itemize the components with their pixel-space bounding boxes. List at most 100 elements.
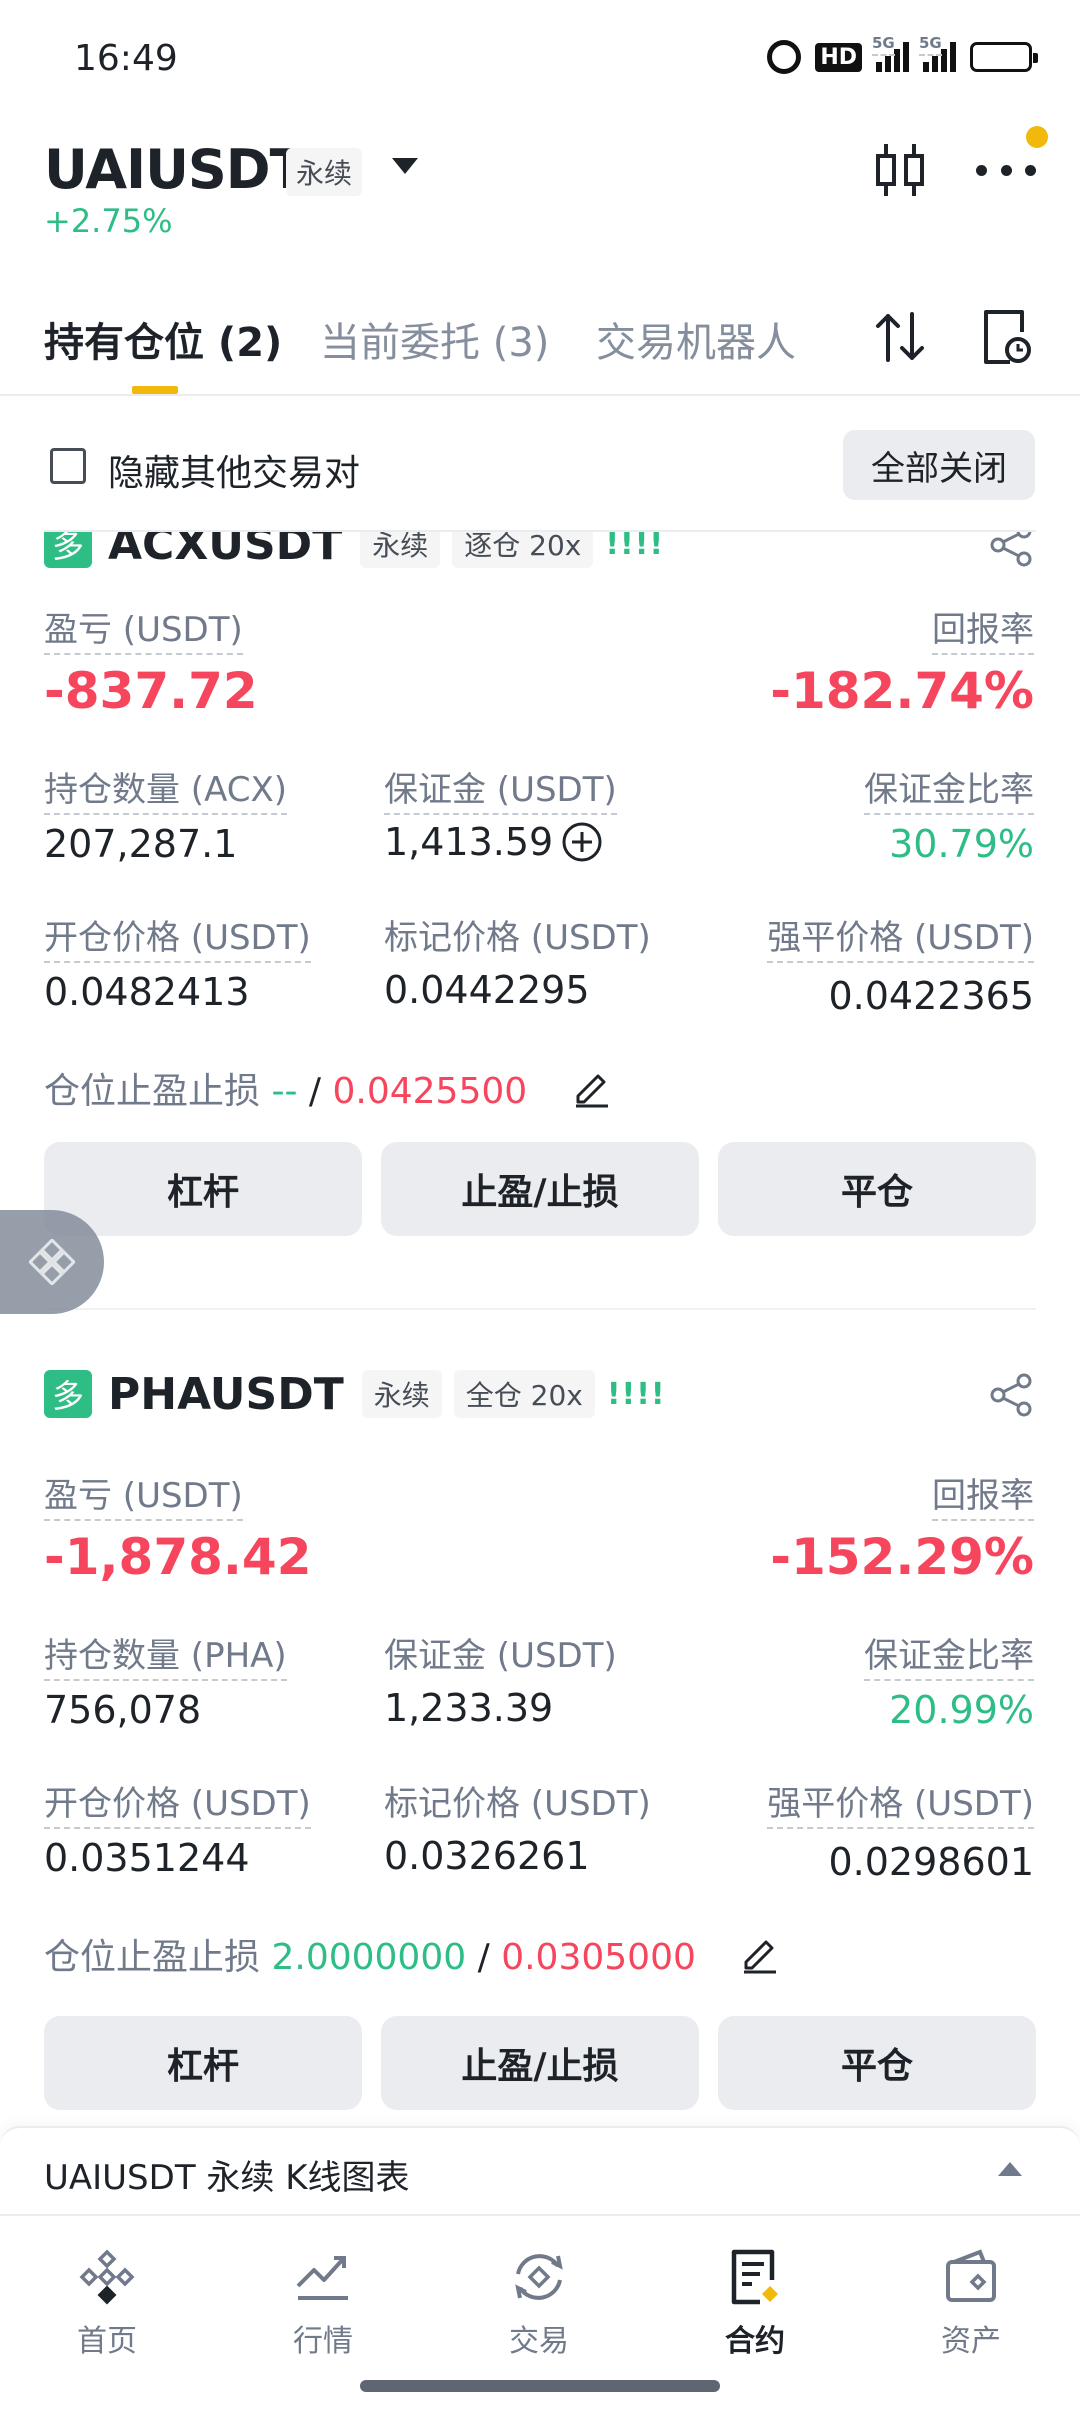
edit-pencil-icon[interactable] [738, 1930, 782, 1974]
filter-row: 隐藏其他交易对 全部关闭 [0, 420, 1080, 510]
margin-label: 保证金 (USDT) [384, 1636, 617, 1676]
order-history-icon[interactable] [980, 308, 1032, 366]
take-profit-value: -- [271, 1071, 298, 1112]
contract-type-chip: 永续 [361, 1370, 442, 1418]
pnl-label[interactable]: 盈亏 (USDT) [44, 1468, 243, 1521]
share-icon[interactable] [988, 1372, 1034, 1418]
trade-icon [515, 2254, 563, 2300]
pnl-label[interactable]: 盈亏 (USDT) [44, 602, 243, 655]
card-separator [44, 1308, 1036, 1310]
kline-chart-drawer[interactable]: UAIUSDT 永续 K线图表 [0, 2126, 1080, 2214]
more-options-icon[interactable] [976, 158, 1036, 182]
roe-value: -152.29% [770, 1528, 1034, 1586]
entry-price-value: 0.0482413 [44, 970, 250, 1014]
home-icon [79, 2249, 135, 2305]
wallet-icon [946, 2249, 996, 2302]
nav-assets[interactable]: 资产 [896, 2246, 1046, 2360]
margin-ratio-label[interactable]: 保证金比率 [864, 1628, 1034, 1681]
stop-loss-value: 0.0305000 [501, 1937, 696, 1978]
nav-label: 合约 [725, 2324, 785, 2359]
close-position-button[interactable]: 平仓 [718, 1142, 1036, 1236]
take-profit-value: 2.0000000 [271, 1937, 467, 1978]
roe-value: -182.74% [770, 662, 1034, 720]
margin-value: 1,233.39 [384, 1686, 554, 1730]
edit-pencil-icon[interactable] [570, 1064, 614, 1108]
symbol-title[interactable]: UAIUSDT [44, 138, 306, 201]
floating-assistant-button[interactable] [0, 1210, 104, 1314]
roe-label[interactable]: 回报率 [932, 1468, 1034, 1521]
margin-mode-chip[interactable]: 全仓 20x [453, 1370, 595, 1418]
entry-price-label[interactable]: 开仓价格 (USDT) [44, 910, 311, 963]
size-label[interactable]: 持仓数量 (PHA) [44, 1628, 287, 1681]
liq-price-label[interactable]: 强平价格 (USDT) [767, 1776, 1034, 1829]
mark-price-value: 0.0442295 [384, 968, 590, 1012]
add-margin-icon[interactable] [560, 820, 604, 864]
mark-price-label: 标记价格 (USDT) [384, 918, 651, 958]
margin-ratio-label[interactable]: 保证金比率 [864, 762, 1034, 815]
nav-futures[interactable]: 合约 [680, 2246, 830, 2360]
nav-trade[interactable]: 交易 [464, 2246, 614, 2360]
adl-indicator: !!!! [605, 532, 665, 562]
size-label[interactable]: 持仓数量 (ACX) [44, 762, 288, 815]
nav-markets[interactable]: 行情 [248, 2246, 398, 2360]
position-symbol[interactable]: ACXUSDT [108, 532, 342, 570]
liq-price-value: 0.0298601 [828, 1840, 1035, 1884]
margin-mode-chip[interactable]: 逐仓 20x [452, 532, 594, 568]
header: UAIUSDT 永续 +2.75% [0, 126, 1080, 250]
binance-logo-icon [29, 1239, 75, 1285]
candlestick-chart-icon[interactable] [872, 140, 928, 200]
price-change: +2.75% [44, 202, 173, 240]
position-card: 多 ACXUSDT 永续 逐仓 20x !!!! 盈亏 (USDT) -837.… [0, 532, 1080, 1292]
position-symbol[interactable]: PHAUSDT [108, 1369, 344, 1420]
signal-icon: 5G [872, 34, 909, 72]
long-badge: 多 [44, 1370, 92, 1418]
leverage-button[interactable]: 杠杆 [44, 2016, 362, 2110]
margin-ratio-value: 30.79% [889, 822, 1034, 866]
entry-price-value: 0.0351244 [44, 1836, 250, 1880]
margin-value: 1,413.59 [384, 820, 554, 864]
position-card: 多 PHAUSDT 永续 全仓 20x !!!! 盈亏 (USDT) -1,87… [0, 1364, 1080, 2184]
margin-label[interactable]: 保证金 (USDT) [384, 762, 617, 815]
battery-icon [970, 42, 1038, 72]
chevron-up-icon[interactable] [998, 2162, 1022, 2176]
tpsl-row: 仓位止盈止损 2.0000000 / 0.0305000 [44, 1937, 696, 1978]
hd-icon: HD [815, 42, 862, 72]
nav-label: 行情 [293, 2324, 353, 2359]
tab-open-orders[interactable]: 当前委托 (3) [320, 310, 549, 368]
alarm-icon [767, 40, 802, 74]
roe-label[interactable]: 回报率 [932, 602, 1034, 655]
close-all-button[interactable]: 全部关闭 [843, 430, 1035, 500]
tpsl-row: 仓位止盈止损 -- / 0.0425500 [44, 1071, 528, 1112]
markets-icon [296, 2256, 348, 2300]
nav-home[interactable]: 首页 [32, 2246, 182, 2360]
close-position-button[interactable]: 平仓 [718, 2016, 1036, 2110]
size-value: 207,287.1 [44, 822, 238, 866]
status-time: 16:49 [74, 38, 178, 79]
share-icon[interactable] [988, 532, 1034, 568]
tab-trading-bots[interactable]: 交易机器人 [596, 310, 796, 368]
sort-icon[interactable] [874, 310, 926, 364]
liq-price-label[interactable]: 强平价格 (USDT) [767, 910, 1034, 963]
nav-label: 首页 [77, 2324, 137, 2359]
futures-icon [731, 2249, 778, 2305]
leverage-button[interactable]: 杠杆 [44, 1142, 362, 1236]
hide-other-pairs-label[interactable]: 隐藏其他交易对 [108, 444, 360, 496]
tab-positions[interactable]: 持有仓位 (2) [44, 310, 282, 368]
signal-icon-2: 5G [919, 34, 956, 72]
long-badge: 多 [44, 532, 92, 568]
chevron-down-icon[interactable] [392, 158, 418, 174]
position-tabs: 持有仓位 (2) 当前委托 (3) 交易机器人 [0, 290, 1080, 396]
position-card-header: 多 PHAUSDT 永续 全仓 20x !!!! [44, 1364, 666, 1424]
active-tab-indicator [132, 386, 178, 394]
adl-indicator: !!!! [606, 1376, 666, 1412]
stop-loss-value: 0.0425500 [332, 1071, 528, 1112]
position-card-header: 多 ACXUSDT 永续 逐仓 20x !!!! [44, 532, 664, 574]
mark-price-value: 0.0326261 [384, 1834, 590, 1878]
positions-list[interactable]: 多 ACXUSDT 永续 逐仓 20x !!!! 盈亏 (USDT) -837.… [0, 532, 1080, 1292]
size-value: 756,078 [44, 1688, 202, 1732]
kline-chart-title: UAIUSDT 永续 K线图表 [44, 2158, 410, 2198]
hide-other-pairs-checkbox[interactable] [50, 448, 86, 484]
tpsl-button[interactable]: 止盈/止损 [381, 2016, 699, 2110]
tpsl-button[interactable]: 止盈/止损 [381, 1142, 699, 1236]
entry-price-label[interactable]: 开仓价格 (USDT) [44, 1776, 311, 1829]
